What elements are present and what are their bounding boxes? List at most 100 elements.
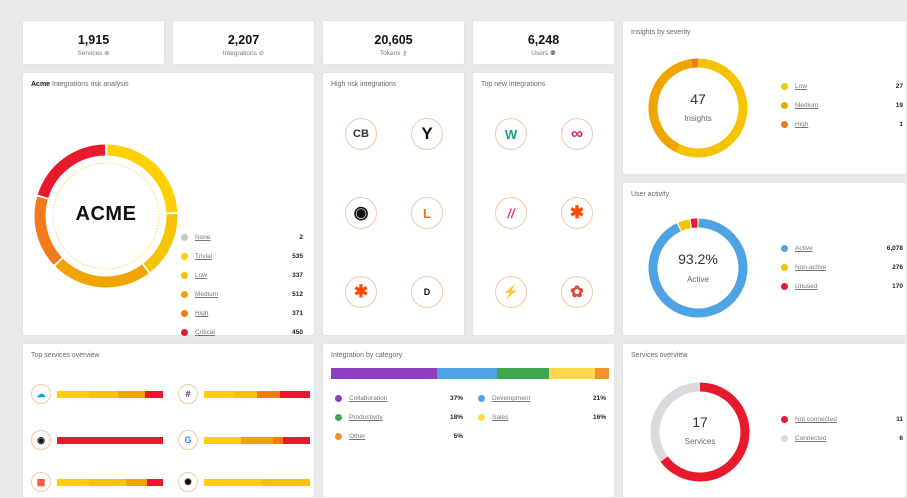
legend-item-development[interactable]: Development 21% bbox=[478, 389, 606, 408]
legend-item-medium[interactable]: Medium 19 bbox=[781, 96, 903, 115]
card-title: Services overview bbox=[631, 352, 688, 359]
category-segment-collaboration[interactable] bbox=[331, 368, 438, 379]
high-risk-card: High risk integrations CB Y ◉ L ✱ D bbox=[322, 72, 465, 336]
card-title: Insights by severity bbox=[631, 29, 691, 36]
risk-bar-segment bbox=[125, 478, 148, 486]
stat-value: 6,248 bbox=[527, 33, 560, 47]
risk-bar-segment bbox=[256, 390, 281, 398]
stat-card-services[interactable]: 1,915 Services ⊚ bbox=[22, 20, 165, 65]
risk-bar-segment bbox=[233, 390, 257, 398]
donut-segment-medium[interactable] bbox=[55, 258, 149, 288]
cb-logo-icon[interactable]: CB bbox=[345, 118, 377, 150]
legend-item-collaboration[interactable]: Collaboration 37% bbox=[335, 389, 463, 408]
donut-segment-low[interactable] bbox=[675, 58, 748, 158]
category-segment-sales[interactable] bbox=[548, 368, 595, 379]
category-segment-productivity[interactable] bbox=[497, 368, 549, 379]
legend-item-low[interactable]: Low 27 bbox=[781, 77, 903, 96]
dot-active bbox=[781, 245, 788, 252]
legend-item-sales[interactable]: Sales 16% bbox=[478, 408, 606, 427]
donut-segment-critical[interactable] bbox=[37, 144, 106, 199]
dot-critical bbox=[181, 329, 188, 336]
users-icon: ⚉ bbox=[549, 50, 556, 57]
dot-none bbox=[181, 234, 188, 241]
legend-item-none[interactable]: None 2 bbox=[181, 228, 303, 247]
l-logo-icon[interactable]: L bbox=[411, 197, 443, 229]
card-title: Acme Integrations risk analysis bbox=[31, 81, 129, 88]
legend-item-productivity[interactable]: Productivity 18% bbox=[335, 408, 463, 427]
slack-icon: # bbox=[178, 384, 198, 404]
donut-segment-non-active[interactable] bbox=[677, 219, 691, 232]
card-title: Top services overview bbox=[31, 352, 100, 359]
user-activity-card: User activity 93.2% Active Active 6,078 N… bbox=[622, 182, 907, 336]
category-segment-other[interactable] bbox=[594, 368, 609, 379]
key-icon: ⚷ bbox=[402, 50, 408, 57]
service-row[interactable]: ☁ bbox=[31, 384, 163, 404]
severity-donut bbox=[648, 58, 748, 158]
dot-medium bbox=[781, 102, 788, 109]
dot-connected bbox=[781, 435, 788, 442]
legend-item-non-active[interactable]: Non-active 276 bbox=[781, 258, 903, 277]
zapier-icon[interactable]: ✱ bbox=[345, 276, 377, 308]
github-icon[interactable]: ◉ bbox=[345, 197, 377, 229]
legend-item-not-connected[interactable]: Not connected 11 bbox=[781, 410, 903, 429]
risk-bar-segment bbox=[262, 478, 310, 486]
service-row[interactable]: ▦ bbox=[31, 472, 163, 492]
service-row[interactable]: ✺ bbox=[178, 472, 310, 492]
service-row[interactable]: # bbox=[178, 384, 310, 404]
legend-item-high[interactable]: High 371 bbox=[181, 304, 303, 323]
service-risk-bar bbox=[204, 478, 310, 486]
donut-segment-not-connected[interactable] bbox=[660, 382, 750, 482]
category-segment-development[interactable] bbox=[437, 368, 498, 379]
service-row[interactable]: G bbox=[178, 430, 310, 450]
zapier-icon[interactable]: ✱ bbox=[561, 197, 593, 229]
card-title: User activity bbox=[631, 191, 670, 198]
stat-card-tokens[interactable]: 20,605 Tokens ⚷ bbox=[322, 20, 465, 65]
legend-item-other[interactable]: Other 5% bbox=[335, 427, 463, 446]
stat-value: 2,207 bbox=[227, 33, 260, 47]
service-risk-bar bbox=[57, 390, 163, 398]
flower-icon[interactable]: ✿ bbox=[561, 276, 593, 308]
legend-item-active[interactable]: Active 6,078 bbox=[781, 239, 903, 258]
d-logo-icon[interactable]: D bbox=[411, 276, 443, 308]
risk-bar-segment bbox=[272, 436, 284, 444]
stat-label: Users ⚉ bbox=[531, 50, 556, 57]
donut-segment-active[interactable] bbox=[648, 218, 748, 318]
risk-bar-segment bbox=[280, 390, 310, 398]
stat-card-integrations[interactable]: 2,207 Integrations ⊘ bbox=[172, 20, 315, 65]
risk-bar-segment bbox=[204, 390, 234, 398]
openai-icon: ✺ bbox=[178, 472, 198, 492]
stat-card-users[interactable]: 6,248 Users ⚉ bbox=[472, 20, 615, 65]
severity-total: 47 bbox=[690, 91, 706, 107]
acme-logo: ACME bbox=[75, 203, 137, 225]
donut-segment-unused[interactable] bbox=[690, 218, 698, 228]
legend-item-medium[interactable]: Medium 512 bbox=[181, 285, 303, 304]
category-stacked-bar bbox=[331, 368, 609, 379]
services-total: 17 bbox=[692, 414, 708, 430]
severity-legend: Low 27 Medium 19 High 1 bbox=[781, 77, 903, 134]
monday-icon[interactable]: // bbox=[495, 197, 527, 229]
legend-item-low[interactable]: Low 337 bbox=[181, 266, 303, 285]
infinity-icon[interactable]: ∞ bbox=[561, 118, 593, 150]
legend-item-trivial[interactable]: Trivial 535 bbox=[181, 247, 303, 266]
risk-bar-segment bbox=[57, 478, 89, 486]
dot-medium bbox=[181, 291, 188, 298]
category-legend-right: Development 21% Sales 16% bbox=[478, 389, 606, 427]
hyper-icon[interactable]: ⚡ bbox=[495, 276, 527, 308]
w-logo-icon[interactable]: W bbox=[495, 118, 527, 150]
severity-label: Insights bbox=[684, 114, 712, 123]
dot-non-active bbox=[781, 264, 788, 271]
dot-low bbox=[181, 272, 188, 279]
legend-item-critical[interactable]: Critical 450 bbox=[181, 323, 303, 342]
risk-bar-segment bbox=[144, 390, 163, 398]
legend-item-unused[interactable]: Unused 170 bbox=[781, 277, 903, 296]
service-row[interactable]: ◉ bbox=[31, 430, 163, 450]
legend-item-connected[interactable]: Connected 6 bbox=[781, 429, 903, 448]
service-risk-bar bbox=[204, 436, 310, 444]
dot-high bbox=[781, 121, 788, 128]
risk-bar-segment bbox=[283, 436, 310, 444]
services-overview-card: Services overview 17 Services Not connec… bbox=[622, 343, 907, 498]
activity-legend: Active 6,078 Non-active 276 Unused 170 bbox=[781, 239, 903, 296]
legend-item-high[interactable]: High 1 bbox=[781, 115, 903, 134]
category-legend-left: Collaboration 37% Productivity 18% Other 5% bbox=[335, 389, 463, 446]
y-logo-icon[interactable]: Y bbox=[411, 118, 443, 150]
